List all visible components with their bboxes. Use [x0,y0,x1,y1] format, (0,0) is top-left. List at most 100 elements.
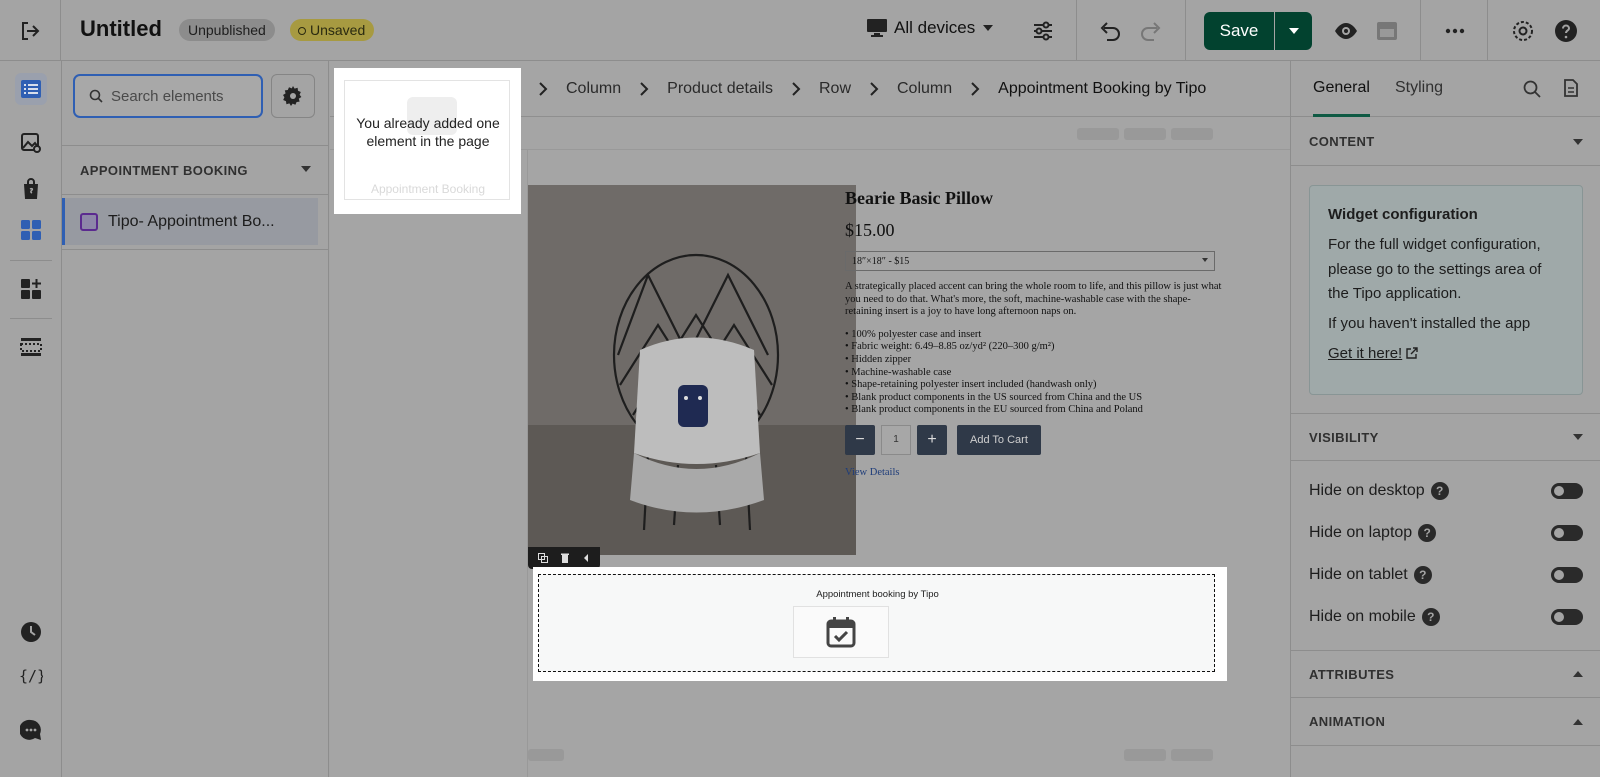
rail-layers-button[interactable] [15,73,47,105]
save-button[interactable]: Save [1204,12,1274,50]
toolbar-divider [1487,0,1488,61]
pillow-chair-photo [528,185,856,555]
rail-elements-button[interactable] [15,214,47,246]
placeholder-block [1124,128,1166,140]
appointment-booking-widget[interactable]: Appointment booking by Tipo [533,567,1227,681]
undo-icon [1100,22,1120,41]
page-title[interactable]: Untitled [80,16,162,42]
widget-config-text: For the full widget configuration, pleas… [1328,236,1542,302]
caret-down-icon [1573,434,1583,440]
help-icon[interactable]: ? [1430,482,1449,500]
editor-canvas[interactable]: Column Product details Row Column Appoin… [330,61,1290,777]
animation-section-header[interactable]: ANIMATION [1291,698,1600,746]
search-box[interactable] [73,74,263,118]
image-search-icon [21,133,41,153]
hide-laptop-toggle[interactable] [1551,525,1583,541]
placeholder-block [1077,128,1119,140]
breadcrumb-item[interactable]: Column [566,80,621,98]
appointment-booking-section[interactable]: APPOINTMENT BOOKING [62,145,329,195]
qty-input[interactable]: 1 [881,424,911,455]
document-icon[interactable] [1564,79,1578,97]
help-button[interactable] [1552,17,1580,45]
inspector-tabs: General Styling [1291,61,1600,117]
qty-plus-button[interactable]: + [917,424,947,455]
widget-config-title: Widget configuration [1328,206,1478,223]
toolbar-divider [1185,0,1186,61]
quantity-stepper: − 1 + Add To Cart [845,424,1225,455]
help-icon[interactable]: ? [1413,566,1432,584]
gear-icon [283,86,302,106]
variant-value: 18″×18″ - $15 [852,256,910,267]
widget-config-box: Widget configuration For the full widget… [1309,185,1583,395]
rail-shopify-button[interactable] [15,173,47,205]
shopping-bag-icon [24,178,38,199]
attributes-section-header[interactable]: ATTRIBUTES [1291,650,1600,698]
hide-mobile-toggle[interactable] [1551,609,1583,625]
add-to-cart-button[interactable]: Add To Cart [957,424,1041,455]
tab-styling[interactable]: Styling [1395,79,1443,97]
breadcrumb-current: Appointment Booking by Tipo [998,79,1207,97]
chat-icon [20,719,41,740]
calendar-check-icon [826,617,856,648]
breadcrumb-item[interactable]: Column [897,80,952,98]
product-image[interactable] [528,185,856,555]
duplicate-icon[interactable] [538,553,548,563]
search-icon[interactable] [1523,80,1541,98]
rail-add-section-button[interactable] [15,273,47,305]
view-details-link[interactable]: View Details [845,467,1225,478]
breadcrumb-item[interactable]: Row [819,80,851,98]
hide-laptop-row: Hide on laptop ? [1309,521,1583,545]
caret-left-icon[interactable] [582,553,590,563]
rail-media-button[interactable] [15,127,47,159]
app-settings-button[interactable] [1509,17,1537,45]
search-icon [89,89,103,103]
help-icon[interactable]: ? [1418,524,1437,542]
save-options-button[interactable] [1275,12,1312,50]
content-section-header[interactable]: CONTENT [1291,118,1600,166]
caret-down-icon [1288,28,1299,34]
exit-icon [22,21,40,40]
ellipsis-icon [1445,28,1465,34]
qty-minus-button[interactable]: − [845,424,875,455]
page-settings-button[interactable] [1029,17,1057,45]
hide-tablet-toggle[interactable] [1551,567,1583,583]
tooltip-inner: You already added one element in the pag… [344,80,510,200]
rail-code-button[interactable]: {/} [15,660,47,692]
device-selector[interactable]: All devices [866,18,995,38]
element-item-tipo-booking[interactable]: Tipo- Appointment Bo... [62,198,318,245]
publish-preview-button[interactable] [1373,17,1401,45]
chevron-right-icon [639,81,649,96]
hide-mobile-label: Hide on mobile [1309,608,1416,625]
undo-button[interactable] [1096,17,1124,45]
hide-desktop-toggle[interactable] [1551,483,1583,499]
redo-button[interactable] [1137,17,1165,45]
bullet-item: • Hidden zipper [845,353,912,365]
elements-panel: APPOINTMENT BOOKING Tipo- Appointment Bo… [62,61,329,777]
exit-button[interactable] [0,0,61,61]
section-icon [20,338,42,356]
help-icon[interactable]: ? [1421,608,1440,626]
breadcrumb-item[interactable]: Product details [667,80,773,98]
caret-up-icon [1573,718,1583,725]
tab-general[interactable]: General [1313,79,1370,97]
bullet-item: • Shape-retaining polyester insert inclu… [845,379,1097,391]
rail-history-button[interactable] [15,616,47,648]
element-settings-button[interactable] [271,74,315,118]
visibility-section-header[interactable]: VISIBILITY [1291,413,1600,461]
chevron-right-icon [538,81,548,96]
product-bullets: • 100% polyester case and insert • Fabri… [845,329,1225,417]
placeholder-block [1124,749,1166,761]
rail-sections-button[interactable] [15,331,47,363]
save-status-badge: Unsaved [290,19,375,41]
get-app-link-label: Get it here! [1328,344,1403,362]
delete-icon[interactable] [560,553,570,563]
preview-button[interactable] [1332,17,1360,45]
search-input[interactable] [111,87,251,105]
rail-chat-button[interactable] [15,714,47,746]
get-app-link[interactable]: Get it here! [1328,345,1418,362]
variant-select[interactable]: 18″×18″ - $15 [845,251,1215,271]
more-options-button[interactable] [1441,17,1469,45]
redo-icon [1141,22,1161,41]
hide-laptop-label: Hide on laptop [1309,524,1413,541]
eye-icon [1335,23,1357,39]
